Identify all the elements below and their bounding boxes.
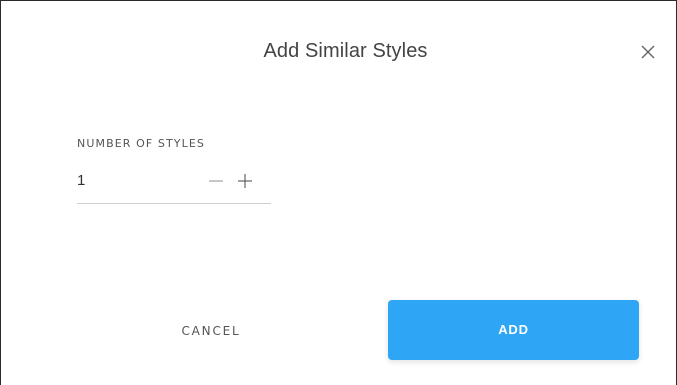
add-button[interactable]: ADD xyxy=(388,300,639,360)
dialog-title: Add Similar Styles xyxy=(263,40,428,62)
close-button[interactable] xyxy=(638,42,658,62)
increment-button[interactable] xyxy=(236,167,254,197)
add-similar-styles-dialog: Add Similar Styles NUMBER OF STYLES 1 CA… xyxy=(0,0,677,385)
number-of-styles-label: NUMBER OF STYLES xyxy=(77,137,205,150)
plus-icon xyxy=(238,174,252,188)
number-of-styles-stepper[interactable]: 1 xyxy=(77,167,271,204)
cancel-button[interactable]: CANCEL xyxy=(151,313,271,349)
number-of-styles-value[interactable]: 1 xyxy=(77,172,85,189)
minus-icon xyxy=(209,180,223,182)
decrement-button[interactable] xyxy=(207,167,225,197)
close-icon xyxy=(638,42,658,62)
